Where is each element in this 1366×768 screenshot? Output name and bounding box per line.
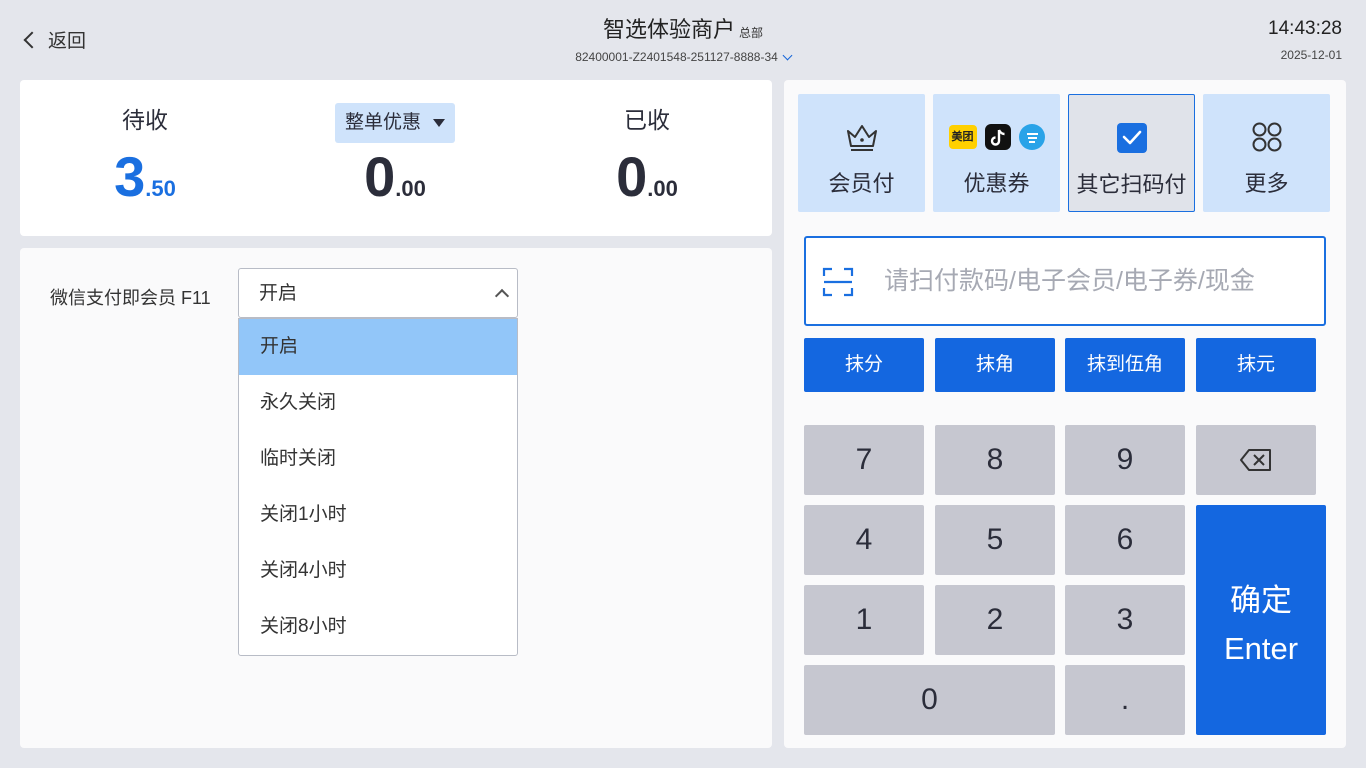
discount-amount: 整单优惠 0.00 (270, 100, 520, 209)
received-amount: 已收 0.00 (522, 100, 772, 209)
payment-panel: 会员付 美团 优惠券 其它扫码付 更多 抹分 抹角 抹到 (784, 80, 1346, 748)
option-close-4h[interactable]: 关闭4小时 (239, 543, 517, 599)
backspace-button[interactable] (1196, 425, 1316, 495)
option-close-1h[interactable]: 关闭1小时 (239, 487, 517, 543)
discount-label: 整单优惠 (344, 112, 421, 133)
round-half-yuan-button[interactable]: 抹到伍角 (1065, 338, 1185, 392)
merchant-header: 智选体验商户 总部 82400001-Z2401548-251127-8888-3… (0, 12, 1366, 66)
confirm-label: 确定 (1230, 583, 1292, 618)
coupon-label: 优惠券 (963, 171, 1030, 196)
grid-icon (1203, 120, 1330, 154)
scan-input[interactable] (884, 258, 1304, 304)
option-close-8h[interactable]: 关闭8小时 (239, 599, 517, 655)
scan-icon (822, 267, 854, 297)
key-9[interactable]: 9 (1065, 425, 1185, 495)
chevron-up-icon (494, 288, 510, 304)
merchant-tag: 总部 (739, 26, 764, 40)
key-0[interactable]: 0 (804, 665, 1055, 735)
option-permanent-close[interactable]: 永久关闭 (239, 375, 517, 431)
enter-label: Enter (1223, 631, 1299, 666)
key-8[interactable]: 8 (935, 425, 1055, 495)
crown-icon (798, 120, 925, 154)
member-pay-label: 会员付 (828, 171, 895, 196)
merchant-name: 智选体验商户 (602, 17, 735, 42)
other-scan-pay-button[interactable]: 其它扫码付 (1068, 94, 1195, 212)
pending-int: 3 (114, 145, 146, 208)
settings-panel: 微信支付即会员 F11 开启 开启 永久关闭 临时关闭 关闭1小时 关闭4小时 … (20, 248, 772, 748)
discount-int: 0 (364, 145, 396, 208)
key-3[interactable]: 3 (1065, 585, 1185, 655)
key-dot[interactable]: . (1065, 665, 1185, 735)
other-scan-pay-label: 其它扫码付 (1076, 172, 1187, 197)
key-4[interactable]: 4 (804, 505, 924, 575)
key-5[interactable]: 5 (935, 505, 1055, 575)
pending-label: 待收 (122, 107, 168, 133)
select-value: 开启 (259, 283, 298, 304)
coupon-platform-icon (1018, 124, 1045, 150)
coupon-button[interactable]: 美团 优惠券 (933, 94, 1060, 212)
option-temp-close[interactable]: 临时关闭 (239, 431, 517, 487)
round-fen-button[interactable]: 抹分 (804, 338, 924, 392)
wechat-member-select[interactable]: 开启 (238, 268, 518, 318)
douyin-icon (984, 124, 1011, 150)
more-label: 更多 (1244, 171, 1289, 196)
chevron-down-icon (782, 50, 793, 60)
pending-dec: .50 (145, 176, 176, 201)
key-6[interactable]: 6 (1065, 505, 1185, 575)
coupon-platform-icons: 美团 (933, 120, 1060, 154)
backspace-icon (1240, 449, 1271, 471)
member-pay-button[interactable]: 会员付 (798, 94, 925, 212)
received-value: 0.00 (522, 144, 772, 209)
confirm-enter-button[interactable]: 确定 Enter (1196, 505, 1326, 735)
received-label: 已收 (624, 107, 670, 133)
key-7[interactable]: 7 (804, 425, 924, 495)
wechat-member-label: 微信支付即会员 F11 (50, 288, 211, 308)
caret-down-icon (433, 119, 445, 127)
wechat-member-dropdown: 开启 永久关闭 临时关闭 关闭1小时 关闭4小时 关闭8小时 (238, 318, 518, 656)
pending-amount: 待收 3.50 (20, 100, 270, 209)
round-yuan-button[interactable]: 抹元 (1196, 338, 1316, 392)
order-number-selector[interactable]: 82400001-Z2401548-251127-8888-34 (575, 50, 793, 64)
option-open[interactable]: 开启 (239, 319, 517, 375)
meituan-icon: 美团 (948, 125, 977, 149)
discount-value: 0.00 (270, 144, 520, 209)
round-jiao-button[interactable]: 抹角 (935, 338, 1055, 392)
clock: 14:43:28 2025-12-01 (1268, 18, 1342, 62)
received-dec: .00 (647, 176, 678, 201)
order-number: 82400001-Z2401548-251127-8888-34 (575, 50, 778, 64)
scan-input-box[interactable] (804, 236, 1326, 326)
more-button[interactable]: 更多 (1203, 94, 1330, 212)
discount-dropdown-button[interactable]: 整单优惠 (334, 103, 455, 143)
pending-value: 3.50 (20, 144, 270, 209)
received-int: 0 (616, 145, 648, 208)
discount-dec: .00 (395, 176, 426, 201)
current-date: 2025-12-01 (1280, 48, 1342, 62)
key-2[interactable]: 2 (935, 585, 1055, 655)
current-time: 14:43:28 (1268, 18, 1342, 39)
checkbox-checked-icon (1069, 121, 1194, 155)
key-1[interactable]: 1 (804, 585, 924, 655)
amount-summary: 待收 3.50 整单优惠 0.00 已收 0.00 (20, 80, 772, 236)
